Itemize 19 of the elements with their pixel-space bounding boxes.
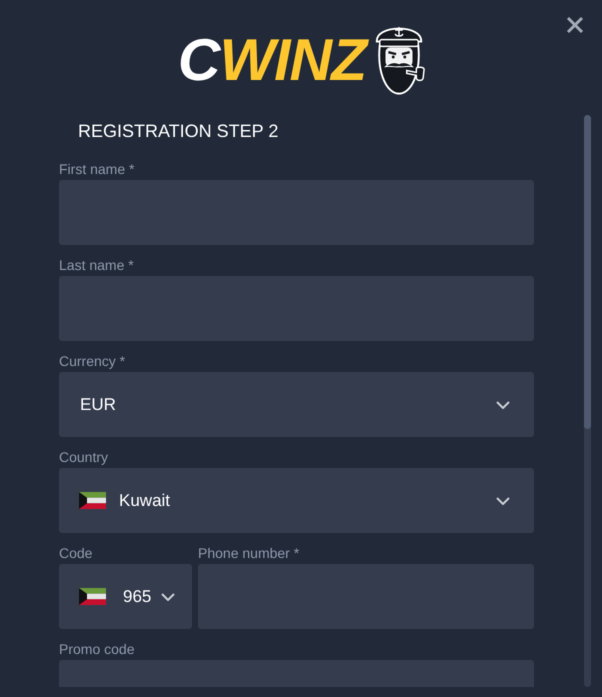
field-label: Currency * [59,353,126,370]
form-title: REGISTRATION STEP 2 [78,120,280,143]
select-field[interactable]: EUR [59,372,534,437]
field-label: Phone number * [198,545,300,562]
close-icon [566,16,584,34]
country-select[interactable]: Kuwait [59,468,534,533]
flag-icon [79,588,106,605]
field-label: Country [59,449,110,466]
field-label: Promo code [59,641,136,658]
field-label: Last name * [59,257,135,274]
field-label: Code [59,545,94,562]
chevron-down-icon [161,592,176,600]
field-label: First name * [59,161,136,178]
chevron-down-icon [496,400,510,408]
flag-icon [79,492,106,509]
chevron-down-icon [496,496,510,504]
scrollbar-thumb[interactable] [584,115,591,429]
code-select[interactable]: 965 [59,564,192,629]
logo-wordmark: CWINZ [176,30,372,90]
